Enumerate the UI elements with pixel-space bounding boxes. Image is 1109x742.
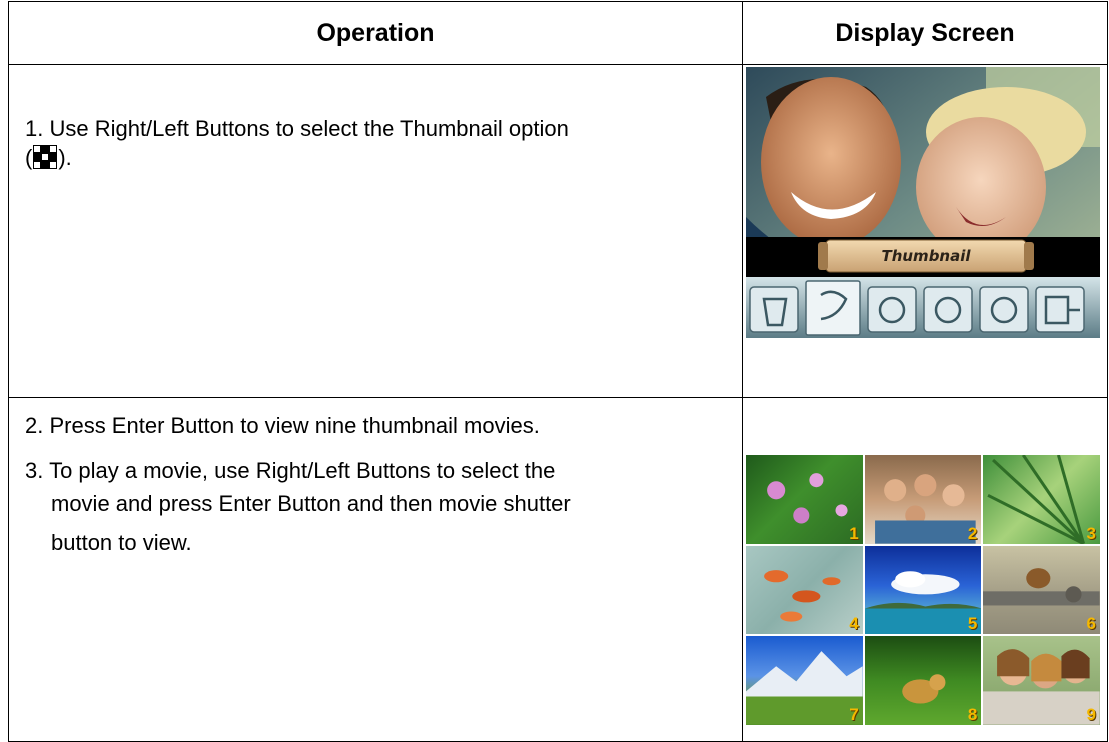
step-3-line-3: button to view. xyxy=(51,529,192,555)
thumbnail-menu-label: Thumbnail xyxy=(881,247,971,265)
table-row: 2. Press Enter Button to view nine thumb… xyxy=(8,397,1108,742)
thumbnail-number: 2 xyxy=(967,523,978,543)
thumbnail-5: 5 xyxy=(864,545,982,635)
header-display-screen: Display Screen xyxy=(742,1,1108,65)
step-1-paren-close: ). xyxy=(58,144,72,170)
thumbnail-number: 3 xyxy=(1086,523,1096,543)
menu-screen-image xyxy=(746,67,1100,338)
thumbnail-1: 1 xyxy=(746,455,863,544)
step-2-text: 2. Press Enter Button to view nine thumb… xyxy=(25,413,540,438)
step-3-line-2: movie and press Enter Button and then mo… xyxy=(51,491,571,517)
thumbnail-9: 9 xyxy=(983,636,1100,725)
thumbnail-6: 6 xyxy=(983,545,1100,635)
display-cell: 1 2 3 4 5 6 7 8 9 xyxy=(742,397,1108,742)
thumbnail-icon xyxy=(33,144,58,169)
thumbnail-4: 4 xyxy=(746,545,863,635)
thumbnail-number: 6 xyxy=(1086,614,1096,634)
thumbnail-grid: 1 2 3 4 5 6 7 8 9 xyxy=(746,455,1100,725)
screen-menu-preview: Thumbnail xyxy=(746,67,1100,338)
step-3-text: 3. To play a movie, use Right/Left Butto… xyxy=(25,457,742,563)
operation-cell: 1. Use Right/Left Buttons to select the … xyxy=(8,64,743,398)
thumbnail-number: 4 xyxy=(849,614,859,634)
thumbnail-number: 9 xyxy=(1086,704,1096,724)
step-1-paren-open: ( xyxy=(25,144,33,170)
thumbnail-number: 7 xyxy=(849,704,859,724)
thumbnail-number: 8 xyxy=(967,704,978,724)
table-header-row: Operation Display Screen xyxy=(8,1,1108,65)
thumbnail-number: 5 xyxy=(967,614,978,634)
thumbnail-3: 3 xyxy=(983,455,1100,544)
thumbnail-8: 8 xyxy=(864,636,982,725)
thumbnail-number: 1 xyxy=(849,523,859,543)
display-cell: Thumbnail xyxy=(742,64,1108,398)
operation-cell: 2. Press Enter Button to view nine thumb… xyxy=(8,397,743,742)
thumbnail-2: 2 xyxy=(864,455,982,544)
header-operation: Operation xyxy=(8,1,743,65)
thumbnail-7: 7 xyxy=(746,636,863,725)
instruction-table: Operation Display Screen 1. Use Right/Le… xyxy=(8,1,1108,742)
step-1-text: 1. Use Right/Left Buttons to select the … xyxy=(25,116,569,141)
table-row: 1. Use Right/Left Buttons to select the … xyxy=(8,64,1108,398)
step-3-line-1: 3. To play a movie, use Right/Left Butto… xyxy=(25,457,556,483)
